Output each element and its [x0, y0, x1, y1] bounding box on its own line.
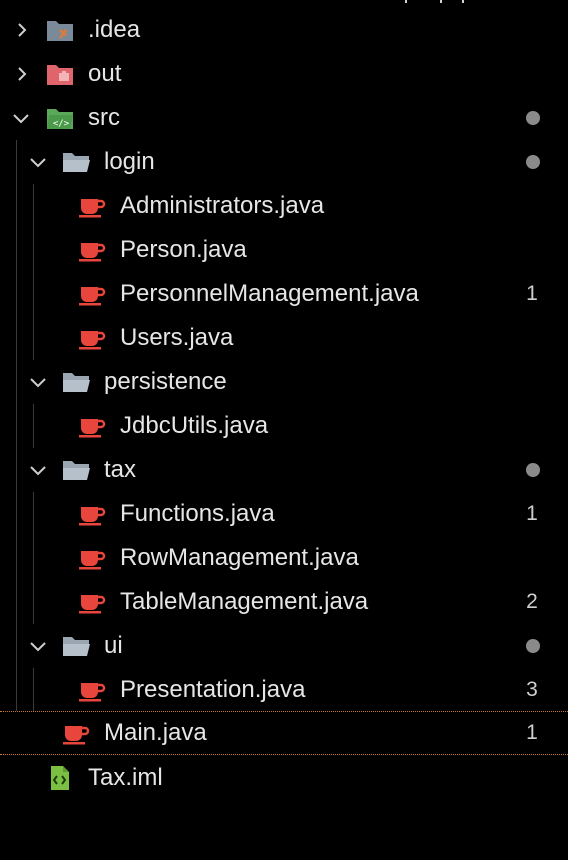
tree-item-label: TableManagement.java [120, 588, 369, 615]
modified-indicator-dot [526, 155, 540, 169]
tree-item-label: Presentation.java [120, 676, 306, 703]
tree-item-java-file[interactable]: Person.java [0, 228, 568, 272]
tree-item-label: src [88, 104, 120, 131]
tree-item-label: Administrators.java [120, 192, 325, 219]
tree-item-label: RowManagement.java [120, 544, 359, 571]
java-file-icon [77, 501, 107, 527]
tree-item-iml-file[interactable]: Tax.iml [0, 756, 568, 800]
java-file-icon [61, 720, 91, 746]
tree-item-java-file[interactable]: Users.java [0, 316, 568, 360]
tree-item-label: Users.java [120, 324, 234, 351]
chevron-down-icon[interactable] [28, 152, 48, 172]
chevron-right-icon[interactable] [12, 20, 32, 40]
file-explorer-tree: .idea out </> src login Administrators.j… [0, 0, 568, 860]
chevron-right-icon[interactable] [12, 64, 32, 84]
tree-item-label: persistence [104, 368, 227, 395]
chevron-down-icon[interactable] [11, 108, 31, 128]
java-file-icon [77, 677, 107, 703]
tree-item-persistence-folder[interactable]: persistence [0, 360, 568, 404]
tree-item-java-file[interactable]: Presentation.java 3 [0, 668, 568, 712]
problem-count-badge: 1 [526, 502, 538, 525]
tree-item-label: Person.java [120, 236, 247, 263]
tree-item-label: .idea [88, 16, 141, 43]
java-file-icon [77, 413, 107, 439]
tree-item-src-folder[interactable]: </> src [0, 96, 568, 140]
scrolled-fragment [462, 0, 464, 3]
tree-item-tax-folder[interactable]: tax [0, 448, 568, 492]
tree-item-java-file[interactable]: TableManagement.java 2 [0, 580, 568, 624]
modified-indicator-dot [526, 111, 540, 125]
java-file-icon [77, 281, 107, 307]
folder-open-icon [61, 149, 91, 175]
tree-item-java-file[interactable]: PersonnelManagement.java 1 [0, 272, 568, 316]
problem-count-badge: 2 [526, 590, 538, 613]
tree-item-label: Functions.java [120, 500, 275, 527]
problem-count-badge: 3 [526, 678, 538, 701]
modified-indicator-dot [526, 639, 540, 653]
tree-item-java-file[interactable]: JdbcUtils.java [0, 404, 568, 448]
iml-file-icon [45, 765, 75, 791]
tree-item-label: JdbcUtils.java [120, 412, 269, 439]
tree-item-login-folder[interactable]: login [0, 140, 568, 184]
source-folder-icon: </> [45, 105, 75, 131]
chevron-down-icon[interactable] [28, 460, 48, 480]
chevron-down-icon[interactable] [28, 636, 48, 656]
java-file-icon [77, 325, 107, 351]
tree-item-java-file[interactable]: Functions.java 1 [0, 492, 568, 536]
tree-item-idea-folder[interactable]: .idea [0, 8, 568, 52]
out-folder-icon [45, 61, 75, 87]
tree-item-java-file-selected[interactable]: Main.java 1 [0, 711, 568, 755]
tree-item-label: out [88, 60, 122, 87]
tree-item-label: PersonnelManagement.java [120, 280, 419, 307]
chevron-down-icon[interactable] [28, 372, 48, 392]
tree-item-label: ui [104, 632, 123, 659]
problem-count-badge: 1 [526, 721, 538, 744]
java-file-icon [77, 545, 107, 571]
tree-item-java-file[interactable]: RowManagement.java [0, 536, 568, 580]
tree-item-label: login [104, 148, 155, 175]
tree-item-java-file[interactable]: Administrators.java [0, 184, 568, 228]
folder-open-icon [61, 369, 91, 395]
scrolled-fragment [405, 0, 407, 3]
java-file-icon [77, 193, 107, 219]
tree-item-out-folder[interactable]: out [0, 52, 568, 96]
tree-item-label: Main.java [104, 719, 207, 746]
folder-open-icon [61, 457, 91, 483]
folder-open-icon [61, 633, 91, 659]
tree-item-label: tax [104, 456, 137, 483]
scrolled-fragment [440, 0, 442, 3]
problem-count-badge: 1 [526, 282, 538, 305]
java-file-icon [77, 589, 107, 615]
tree-item-ui-folder[interactable]: ui [0, 624, 568, 668]
java-file-icon [77, 237, 107, 263]
idea-folder-icon [45, 17, 75, 43]
modified-indicator-dot [526, 463, 540, 477]
tree-item-label: Tax.iml [88, 764, 163, 791]
svg-text:</>: </> [53, 119, 70, 129]
